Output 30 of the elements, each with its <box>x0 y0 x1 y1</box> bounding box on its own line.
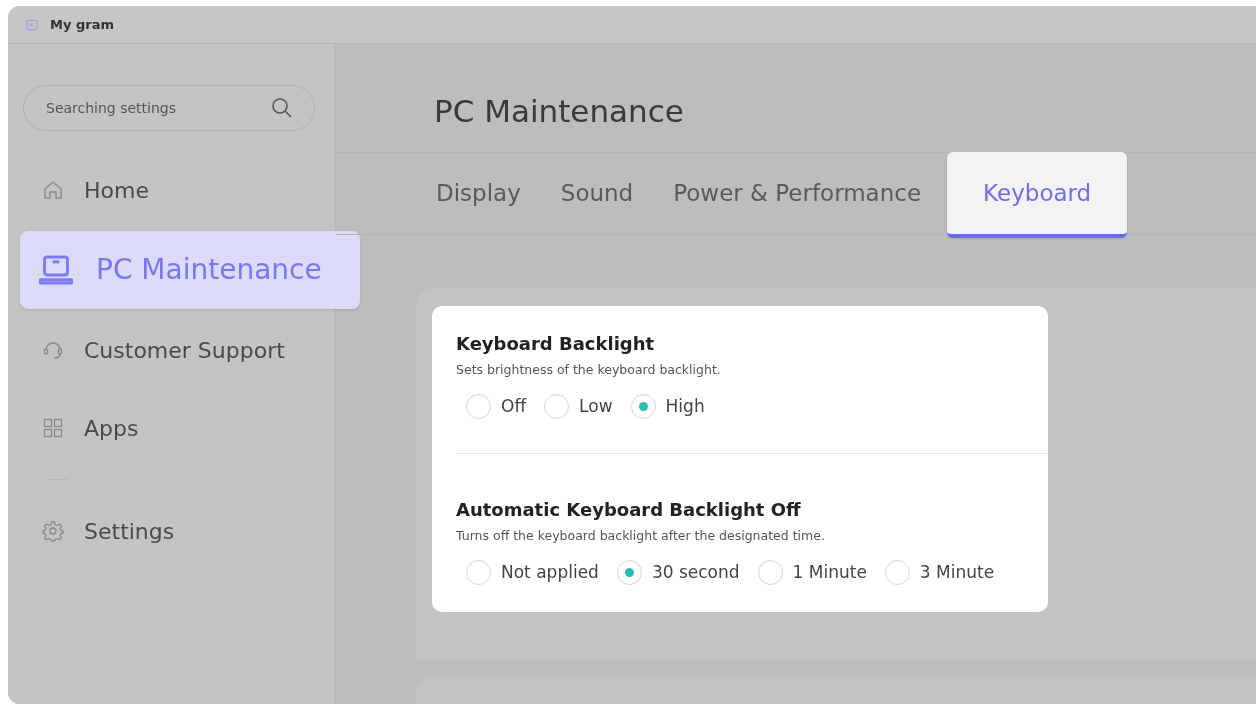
radio-option[interactable]: 1 Minute <box>757 560 867 586</box>
apps-icon <box>42 417 64 439</box>
headset-icon <box>42 339 64 361</box>
nav-item[interactable]: Home <box>20 151 320 229</box>
nav-item[interactable]: Settings <box>20 492 320 570</box>
settings-icon <box>42 520 64 542</box>
radio-option[interactable]: High <box>630 393 705 420</box>
page-heading: PC Maintenance <box>434 91 684 131</box>
tab[interactable]: Keyboard <box>947 152 1128 238</box>
nav-item[interactable]: Customer Support <box>20 311 320 389</box>
nav-item[interactable]: PC Maintenance <box>20 231 360 309</box>
laptop-icon <box>38 252 74 288</box>
search-icon <box>271 97 293 119</box>
radio-option[interactable]: Off <box>466 393 527 420</box>
section-title: Keyboard Backlight <box>456 332 656 356</box>
tab[interactable]: Power & Performance <box>659 153 936 234</box>
app-logo-icon <box>26 18 38 31</box>
radio-option[interactable]: Not applied <box>466 560 599 586</box>
home-icon <box>42 179 64 201</box>
search-field[interactable]: Searching settings <box>23 85 315 131</box>
tab[interactable]: Sound <box>546 153 648 234</box>
window-title: My gram <box>50 15 114 34</box>
radio-option[interactable]: Low <box>544 393 613 420</box>
radio-option[interactable]: 3 Minute <box>884 560 995 586</box>
section-description: Turns off the keyboard backlight after the designated time. <box>456 527 826 546</box>
section-title: Automatic Keyboard Backlight Off <box>456 498 802 523</box>
tab[interactable]: Display <box>422 153 535 234</box>
nav-item[interactable]: Apps <box>20 389 320 467</box>
section-description: Sets brightness of the keyboard backlight. <box>456 361 722 379</box>
radio-option[interactable]: 30 second <box>616 560 740 586</box>
